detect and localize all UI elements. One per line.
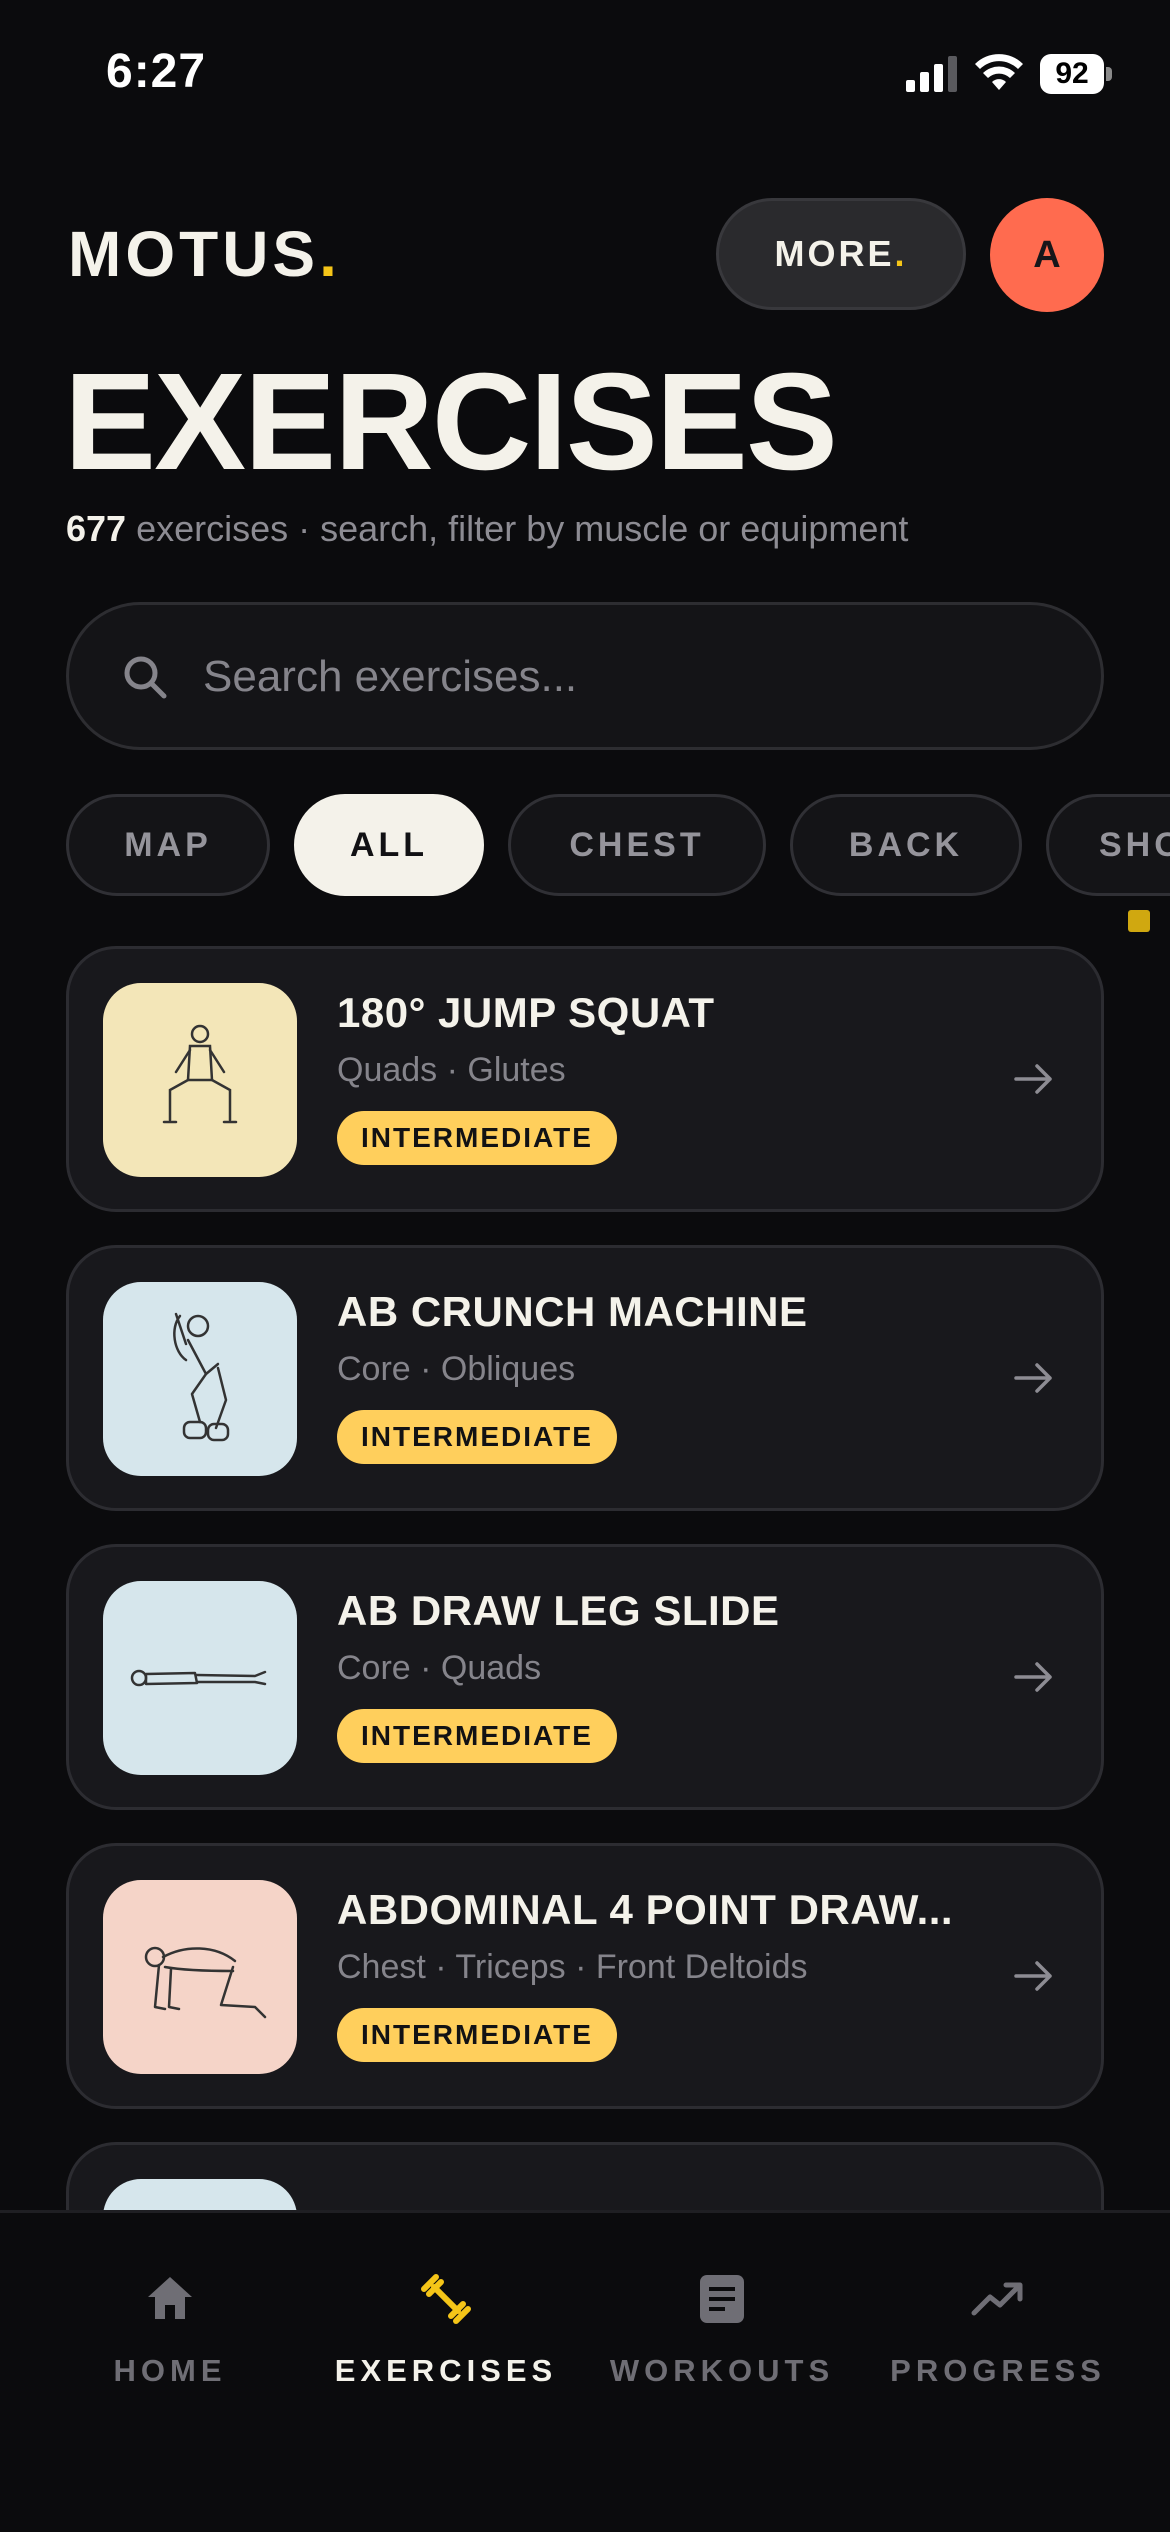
filter-chip-chest[interactable]: CHEST [508,794,766,896]
arrow-right-icon [1014,1961,1052,1991]
exercise-card[interactable]: AB CRUNCH MACHINE Core · Obliques INTERM… [66,1245,1104,1511]
exercise-thumbnail [103,1282,297,1476]
arrow-right-icon [1014,1363,1052,1393]
exercise-name: ABDOMINAL 4 POINT DRAW... [337,1886,954,1933]
bottom-nav: HOME EXERCISES WORKOUTS PROGRESS [0,2210,1170,2532]
nav-home[interactable]: HOME [40,2271,300,2421]
exercise-card[interactable]: 180° JUMP SQUAT Quads · Glutes INTERMEDI… [66,946,1104,1212]
search-icon [124,656,167,699]
avatar[interactable]: A [990,198,1104,312]
squat-figure-icon [162,1024,238,1124]
exercise-card[interactable]: AB DRAW LEG SLIDE Core · Quads INTERMEDI… [66,1544,1104,1810]
arrow-right-icon [1014,1064,1052,1094]
crunch-machine-figure-icon [173,1312,230,1442]
exercise-thumbnail [103,1581,297,1775]
four-point-figure-icon [144,1946,267,2019]
search-input[interactable] [203,635,1063,719]
difficulty-badge: INTERMEDIATE [337,1111,617,1165]
exercise-muscles: Chest · Triceps · Front Deltoids [337,1948,808,1986]
home-icon [148,2277,192,2319]
exercise-name: AB DRAW LEG SLIDE [337,1587,780,1634]
page-title: EXERCISES [64,345,838,499]
app-logo: MOTUS. [68,218,341,290]
exercise-muscles: Quads · Glutes [337,1051,566,1089]
exercise-count: 677 [66,508,127,549]
arrow-right-icon [1014,1662,1052,1692]
exercises-screen: 6:27 92 MOTUS. MORE. A EXERCISES 677 exe… [0,0,1170,2532]
nav-label: EXERCISES [334,2353,558,2388]
page-subtitle: 677 exercises · search, filter by muscle… [66,508,909,549]
nav-label: PROGRESS [890,2353,1106,2388]
exercise-card[interactable]: ABDOMINAL 4 POINT DRAW... Chest · Tricep… [66,1843,1104,2109]
exercise-thumbnail [103,1880,297,2074]
exercise-muscles: Core · Obliques [337,1350,576,1388]
filter-chip-shoulders[interactable]: SHO [1046,794,1170,896]
cellular-signal-icon [906,56,957,92]
search-bar[interactable] [66,602,1104,750]
exercise-thumbnail [103,983,297,1177]
scroll-indicator [1128,910,1150,932]
difficulty-badge: INTERMEDIATE [337,1709,617,1763]
dumbbell-icon [421,2274,471,2324]
nav-label: WORKOUTS [609,2353,835,2388]
lying-figure-icon [130,1669,267,1687]
nav-progress[interactable]: PROGRESS [868,2271,1128,2421]
status-bar: 6:27 92 [0,0,1170,140]
battery-level: 92 [1040,54,1104,94]
nav-label: HOME [113,2353,227,2388]
exercise-name: AB CRUNCH MACHINE [337,1288,808,1335]
filter-chip-back[interactable]: BACK [790,794,1022,896]
nav-exercises[interactable]: EXERCISES [316,2271,576,2421]
exercise-muscles: Core · Quads [337,1649,542,1687]
filter-chip-all[interactable]: ALL [294,794,484,896]
exercise-name: 180° JUMP SQUAT [337,989,715,1036]
wifi-icon [975,54,1023,90]
document-icon [700,2275,744,2323]
nav-workouts[interactable]: WORKOUTS [592,2271,852,2421]
more-button[interactable]: MORE. [716,198,966,310]
difficulty-badge: INTERMEDIATE [337,1410,617,1464]
difficulty-badge: INTERMEDIATE [337,2008,617,2062]
filter-chip-map[interactable]: MAP [66,794,270,896]
battery-icon: 92 [1040,54,1112,94]
status-time: 6:27 [106,45,207,98]
trending-up-icon [971,2282,1023,2316]
